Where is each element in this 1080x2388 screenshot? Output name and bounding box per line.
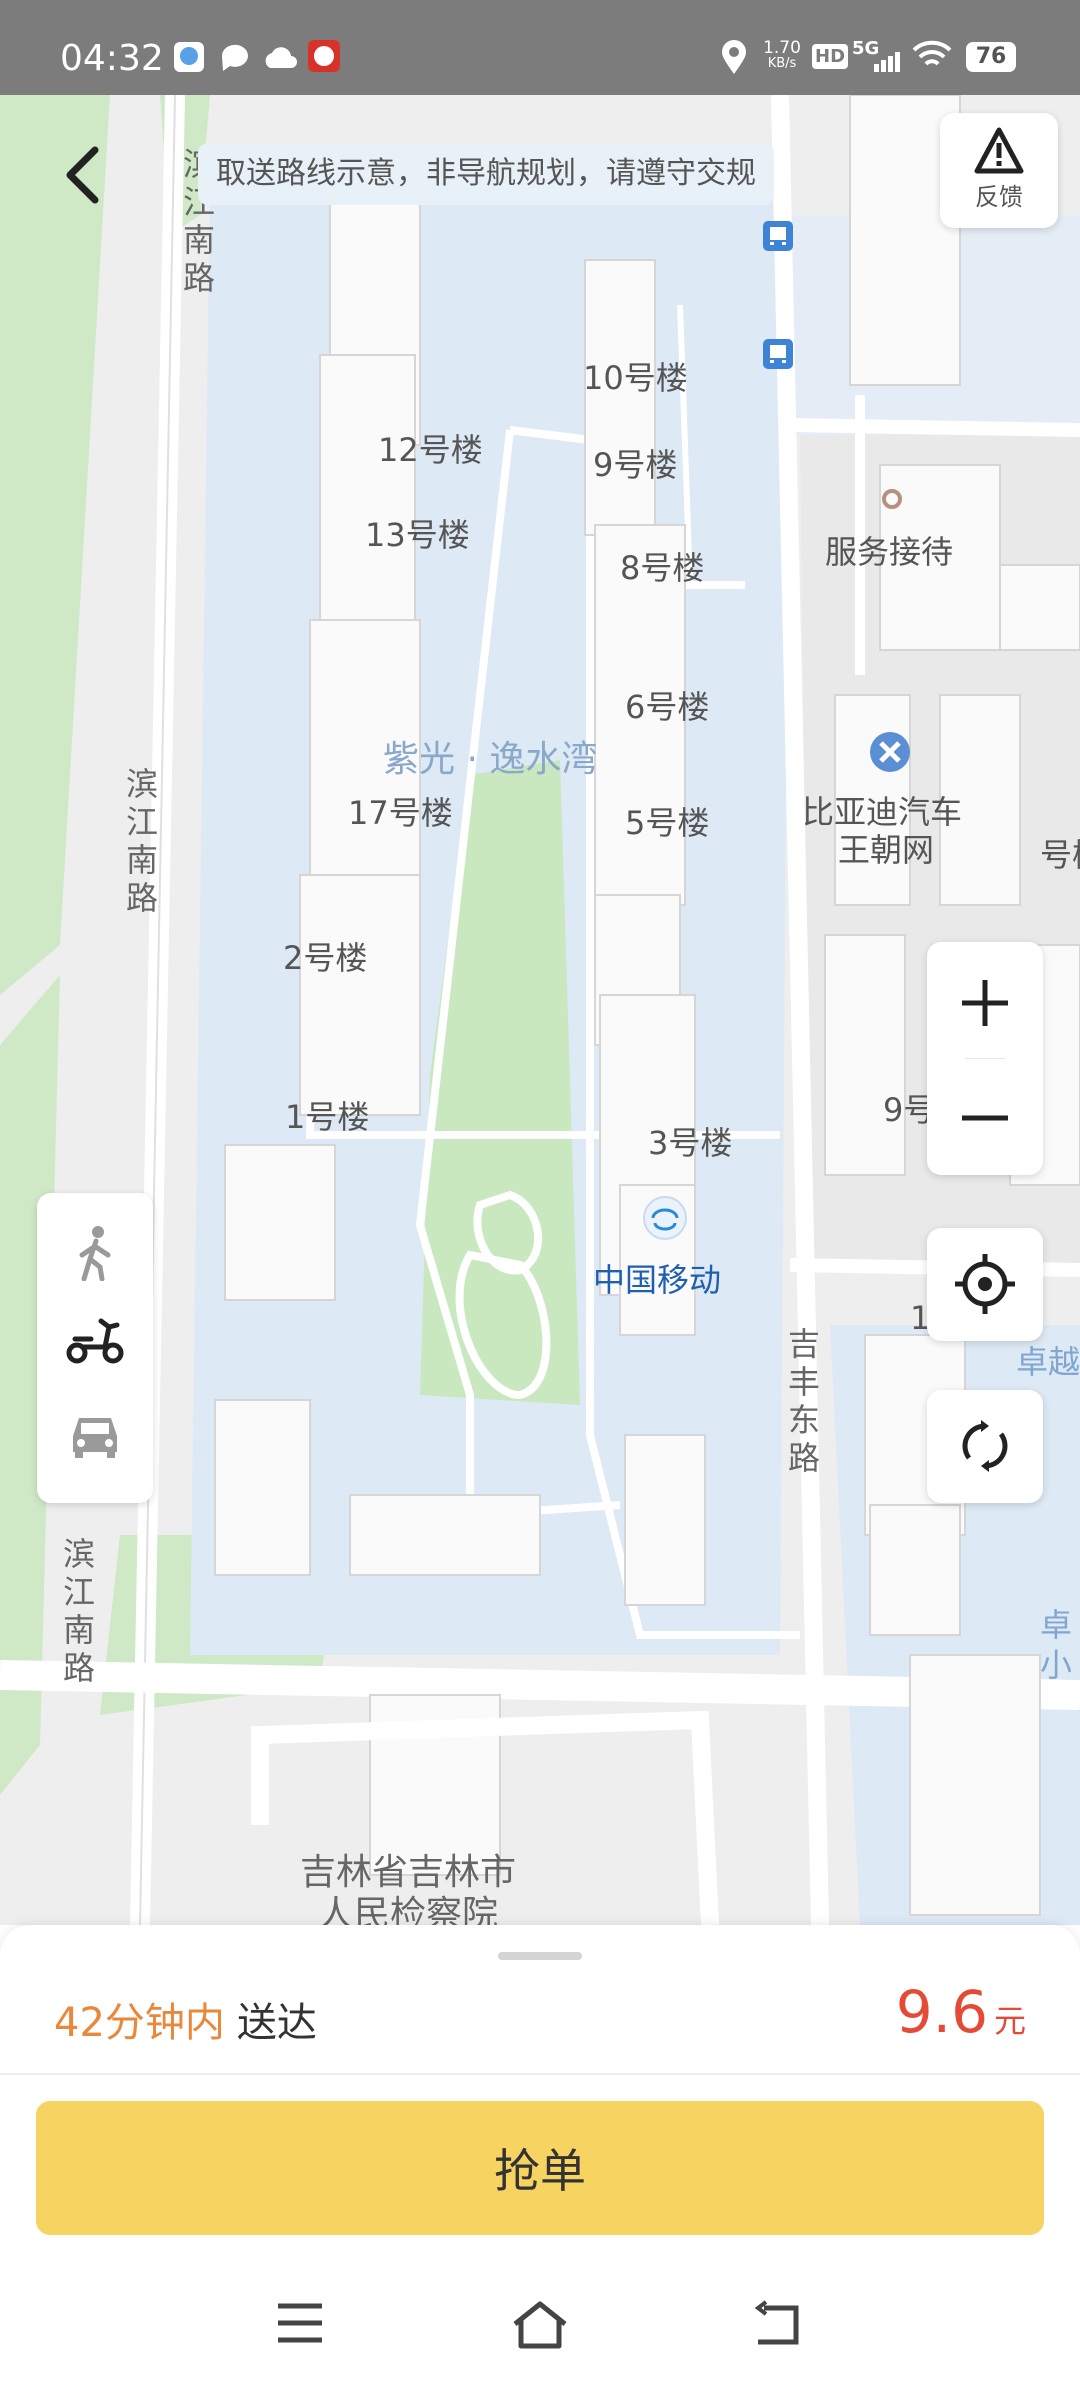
net-speed-value: 1.70: [763, 38, 801, 58]
back-nav-icon[interactable]: [752, 2300, 806, 2348]
app-notification-icon: [174, 42, 204, 72]
building-label: 13号楼: [365, 516, 470, 554]
grab-order-button[interactable]: 抢单: [36, 2101, 1044, 2235]
bus-stop-icon: [763, 339, 793, 369]
transport-mode-selector: [37, 1193, 153, 1503]
edge-poi-label: 卓越: [1016, 1343, 1080, 1381]
road-label: 滨江南路: [62, 1535, 95, 1687]
china-mobile-icon: [643, 1196, 687, 1240]
back-arrow-icon[interactable]: [55, 140, 115, 210]
service-poi-icon: [882, 489, 902, 509]
zoom-out-icon[interactable]: [959, 1092, 1011, 1144]
sheet-divider: [0, 2073, 1080, 2075]
sheet-handle[interactable]: [498, 1952, 582, 1960]
car-icon[interactable]: [67, 1410, 123, 1460]
wifi-icon: [912, 40, 952, 66]
poi-service[interactable]: 服务接待: [825, 527, 953, 573]
building-label: 10号楼: [583, 359, 688, 397]
building-label: 12号楼: [378, 431, 483, 469]
map-view[interactable]: 10号楼 12号楼 9号楼 13号楼 8号楼 6号楼 17号楼 5号楼 2号楼 …: [0, 95, 1080, 1925]
location-icon: [722, 40, 746, 74]
building-label: 3号楼: [648, 1124, 733, 1162]
building-label: 号楼: [1040, 836, 1080, 874]
poi-byd-line2[interactable]: 王朝网: [838, 825, 934, 871]
building-label: 6号楼: [625, 688, 710, 726]
warning-icon: [974, 127, 1024, 174]
locate-button[interactable]: [927, 1228, 1043, 1341]
building-label: 17号楼: [348, 794, 453, 832]
message-icon: [221, 44, 248, 71]
status-time: 04:32: [60, 38, 164, 79]
zoom-controls: [927, 942, 1043, 1175]
walk-icon[interactable]: [72, 1225, 118, 1281]
price-value: 9.6: [895, 1978, 988, 2046]
net-speed-unit: KB/s: [767, 56, 797, 71]
cloud-icon: [265, 47, 297, 68]
delivery-eta: 42分钟内 送达: [54, 1990, 317, 2048]
crosshair-icon: [955, 1254, 1015, 1314]
feedback-button[interactable]: 反馈: [940, 113, 1058, 228]
feedback-label: 反馈: [975, 183, 1023, 211]
home-icon[interactable]: [510, 2300, 570, 2350]
eta-highlight: 42分钟内: [54, 2000, 225, 2046]
building-label: 1号楼: [285, 1098, 370, 1136]
building-label: 9号楼: [593, 446, 678, 484]
price-currency: 元: [993, 2002, 1026, 2040]
battery-level: 76: [966, 42, 1016, 72]
refresh-icon: [962, 1420, 1008, 1472]
zoom-in-icon[interactable]: [959, 977, 1011, 1029]
road-label: 滨江南路: [125, 765, 158, 917]
route-notice: 取送路线示意，非导航规划，请遵守交规: [198, 143, 774, 205]
eta-suffix: 送达: [236, 2000, 317, 2046]
poi-china-mobile[interactable]: 中国移动: [593, 1255, 721, 1301]
building-label: 8号楼: [620, 549, 705, 587]
complex-name: 紫光 · 逸水湾: [383, 739, 598, 780]
building-label: 5号楼: [625, 804, 710, 842]
status-bar: 04:32 1.70 KB/s HD 5G 76: [0, 0, 1080, 95]
poi-court-line2[interactable]: 人民检察院: [318, 1885, 498, 1925]
menu-icon[interactable]: [275, 2300, 325, 2346]
edge-poi-label: 小: [1040, 1646, 1073, 1684]
zoom-divider: [965, 1058, 1005, 1059]
app-mascot-icon: [308, 40, 340, 72]
road-label: 吉丰东路: [787, 1325, 820, 1477]
scooter-icon[interactable]: [65, 1315, 125, 1365]
net-speed: 1.70 KB/s: [762, 40, 802, 72]
refresh-button[interactable]: [927, 1390, 1043, 1503]
hd-badge: HD: [812, 44, 849, 69]
map-base: [0, 95, 1080, 1925]
signal-icon: [874, 52, 900, 72]
order-price: 9.6 元: [896, 1978, 1026, 2046]
bus-stop-icon: [763, 221, 793, 251]
auto-repair-icon: [870, 732, 910, 772]
building-label: 2号楼: [283, 939, 368, 977]
